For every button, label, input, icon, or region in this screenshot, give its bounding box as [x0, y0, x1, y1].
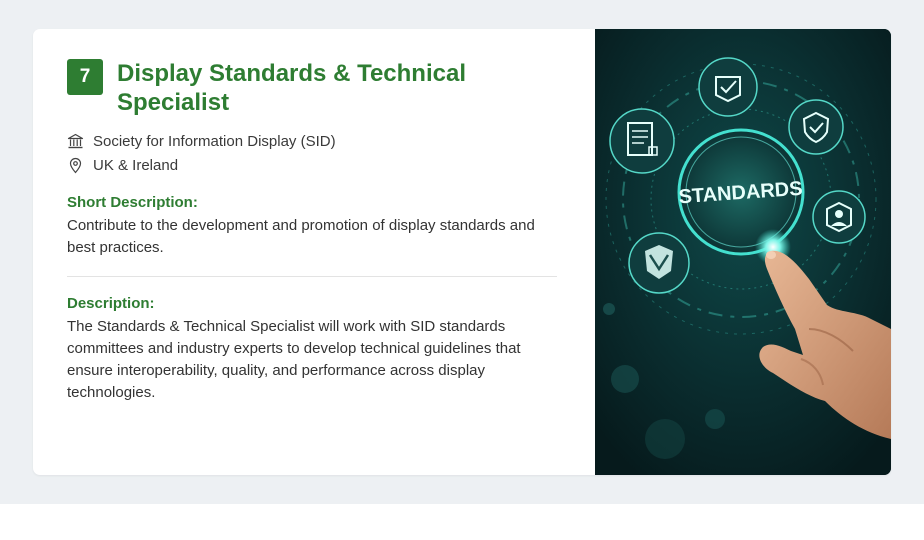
short-description-label: Short Description: — [67, 194, 198, 211]
user-badge-icon — [812, 190, 866, 244]
organization-name: Society for Information Display (SID) — [93, 132, 336, 150]
location-row: UK & Ireland — [67, 155, 178, 175]
description-text: The Standards & Technical Specialist wil… — [67, 318, 521, 401]
job-number-badge: 7 — [67, 59, 103, 95]
organization-row: Society for Information Display (SID) — [67, 131, 336, 151]
document-icon — [609, 108, 675, 174]
short-description-text: Contribute to the development and promot… — [67, 217, 535, 256]
job-card-content: 7 Display Standards & Technical Speciali… — [33, 29, 595, 475]
institution-icon — [67, 133, 84, 150]
standards-illustration: STANDARDS — [595, 29, 891, 475]
quality-shield-icon — [628, 232, 690, 294]
location-name: UK & Ireland — [93, 156, 179, 174]
description-label: Description: — [67, 295, 155, 312]
certificate-check-icon — [698, 57, 758, 117]
map-pin-icon — [67, 157, 84, 174]
job-title[interactable]: Display Standards & Technical Specialist — [117, 59, 537, 117]
shield-check-icon — [788, 99, 844, 155]
job-card: 7 Display Standards & Technical Speciali… — [33, 29, 891, 475]
section-divider — [67, 276, 557, 277]
